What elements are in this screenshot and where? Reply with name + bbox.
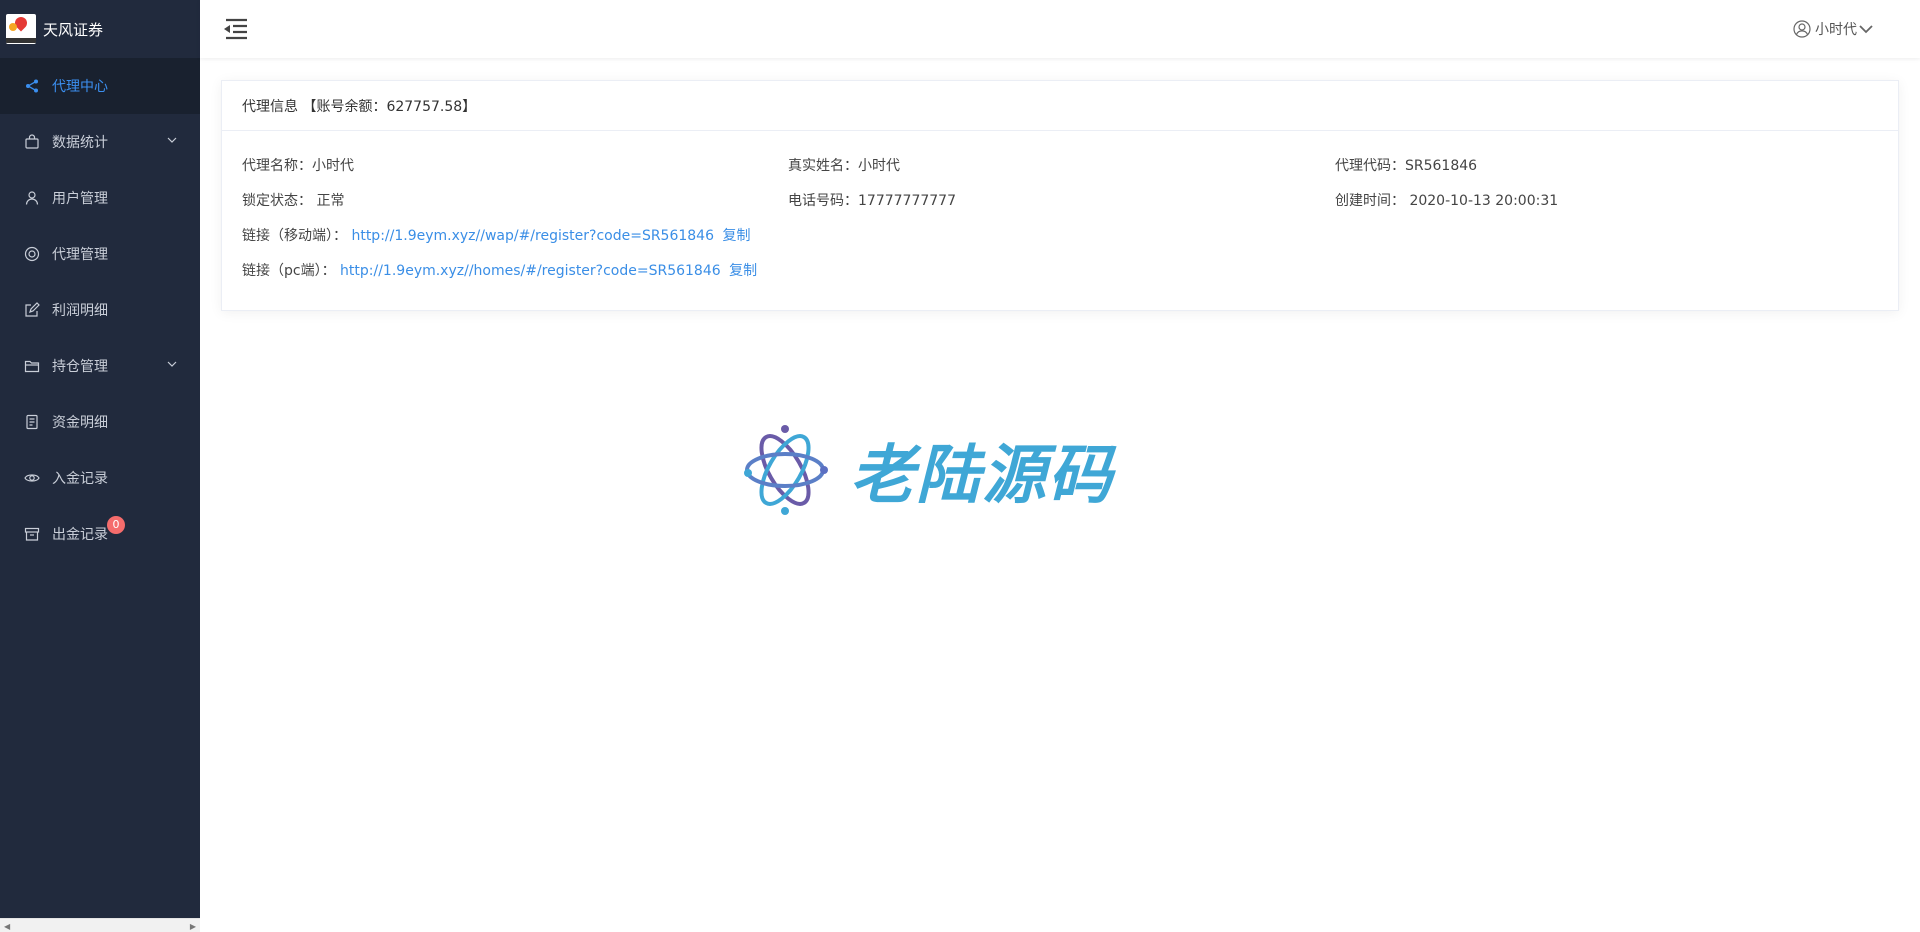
sidebar-item-label: 用户管理 — [52, 191, 108, 207]
sidebar-item-position-management[interactable]: 持仓管理 — [0, 338, 200, 394]
copy-mobile-link-button[interactable]: 复制 — [722, 228, 750, 244]
help-circle-icon — [24, 246, 40, 262]
sidebar-item-user-management[interactable]: 用户管理 — [0, 170, 200, 226]
sidebar-item-agent-center[interactable]: 代理中心 — [0, 58, 200, 114]
user-icon — [24, 190, 40, 206]
lock-status: 锁定状态： 正常 — [242, 193, 345, 209]
document-icon — [24, 414, 40, 430]
mobile-link-row: 链接（移动端）： http://1.9eym.xyz//wap/#/regist… — [242, 225, 750, 245]
watermark-text: 老陆源码 — [850, 439, 1114, 513]
user-name: 小时代 — [1815, 22, 1857, 38]
mobile-link-label: 链接（移动端）： — [242, 228, 347, 244]
real-name: 真实姓名：小时代 — [788, 158, 900, 174]
brand-name: 天风证券 — [43, 20, 104, 39]
edit-icon — [24, 302, 40, 318]
horizontal-scrollbar[interactable]: ◀ ▶ — [0, 918, 200, 932]
sidebar-item-deposit-records[interactable]: 入金记录 — [0, 450, 200, 506]
copy-pc-link-button[interactable]: 复制 — [729, 263, 757, 279]
sidebar-item-label: 代理中心 — [52, 79, 108, 95]
sidebar-item-label: 利润明细 — [52, 303, 108, 319]
notification-badge: 0 — [107, 516, 125, 534]
sidebar-item-label: 资金明细 — [52, 415, 108, 431]
sidebar-item-label: 代理管理 — [52, 247, 108, 263]
watermark-logo: 老陆源码 — [742, 420, 1182, 520]
sidebar-item-label: 持仓管理 — [52, 359, 108, 375]
user-circle-icon — [1793, 20, 1811, 38]
eye-icon — [24, 470, 40, 486]
agent-info-card: 代理信息 【账号余额：627757.58】 代理名称：小时代 真实姓名：小时代 … — [221, 80, 1899, 311]
sidebar-item-label: 数据统计 — [52, 135, 108, 151]
top-header: 小时代 — [200, 0, 1920, 58]
agent-name: 代理名称：小时代 — [242, 158, 354, 174]
sidebar-item-withdrawal-records[interactable]: 出金记录 0 — [0, 506, 200, 562]
chevron-down-icon — [167, 137, 177, 143]
chevron-down-icon — [1859, 25, 1873, 34]
sidebar-item-fund-details[interactable]: 资金明细 — [0, 394, 200, 450]
box-icon — [24, 526, 40, 542]
scroll-right-icon[interactable]: ▶ — [190, 922, 196, 931]
card-title: 代理信息 【账号余额：627757.58】 — [222, 81, 1898, 131]
pc-register-link[interactable]: http://1.9eym.xyz//homes/#/register?code… — [340, 263, 721, 279]
created-time: 创建时间： 2020-10-13 20:00:31 — [1335, 193, 1559, 209]
user-menu[interactable]: 小时代 — [1793, 19, 1879, 39]
pc-link-row: 链接（pc端）： http://1.9eym.xyz//homes/#/regi… — [242, 260, 757, 280]
sidebar-item-data-stats[interactable]: 数据统计 — [0, 114, 200, 170]
sidebar-item-profit-details[interactable]: 利润明细 — [0, 282, 200, 338]
pc-link-label: 链接（pc端）： — [242, 263, 336, 279]
bag-icon — [24, 134, 40, 150]
agent-code: 代理代码：SR561846 — [1335, 158, 1478, 174]
brand[interactable]: 天风证券 — [0, 0, 200, 58]
sidebar-item-agent-management[interactable]: 代理管理 — [0, 226, 200, 282]
chevron-down-icon — [167, 361, 177, 367]
menu-collapse-icon[interactable] — [222, 17, 248, 41]
sidebar: 天风证券 代理中心 数据统计 用户管理 代理管理 利润明细 持仓管理 资金明细 … — [0, 0, 200, 932]
share-icon — [24, 78, 40, 94]
folder-icon — [24, 358, 40, 374]
phone-number: 电话号码：17777777777 — [788, 193, 956, 209]
atom-logo-icon — [744, 425, 828, 515]
scroll-left-icon[interactable]: ◀ — [4, 922, 10, 931]
brand-logo — [6, 14, 36, 44]
sidebar-item-label: 出金记录 — [52, 527, 108, 543]
sidebar-item-label: 入金记录 — [52, 471, 108, 487]
mobile-register-link[interactable]: http://1.9eym.xyz//wap/#/register?code=S… — [351, 228, 714, 244]
